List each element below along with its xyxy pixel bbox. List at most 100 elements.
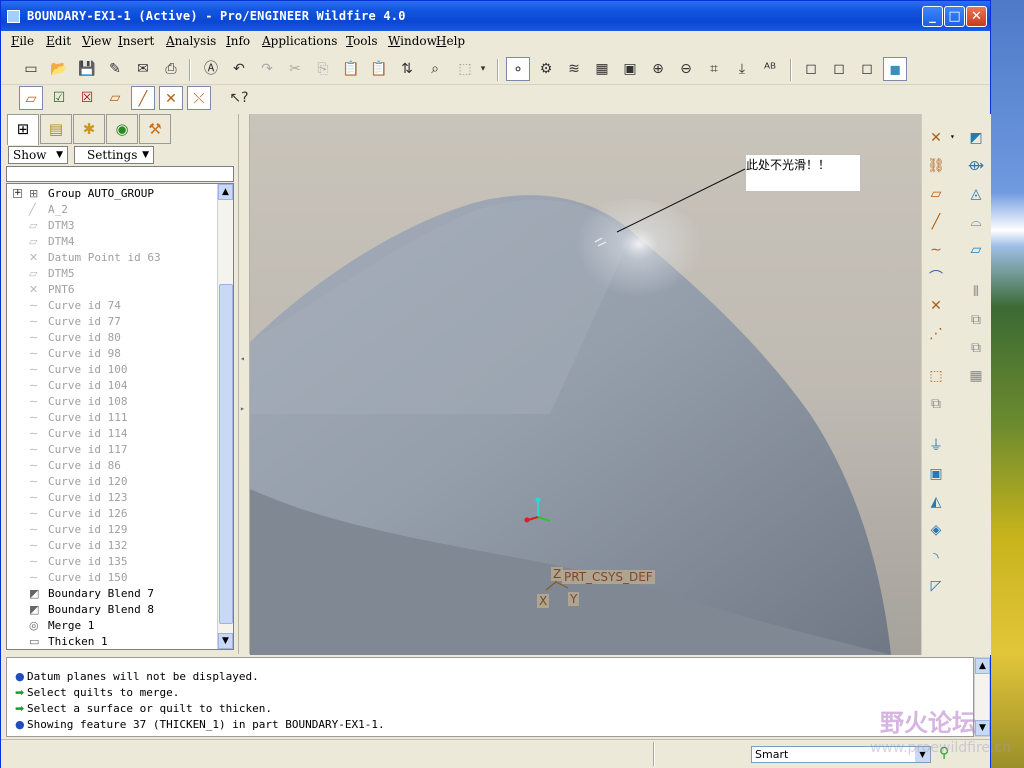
minimize-button[interactable]: _ bbox=[922, 6, 943, 27]
csys-name-label[interactable]: PRT_CSYS_DEF bbox=[562, 570, 655, 584]
navigator-splitter[interactable]: ◂ ▸ bbox=[238, 114, 250, 654]
axis-display-icon[interactable]: ╱ bbox=[131, 86, 155, 110]
tree-item[interactable]: ∼ Curve id 111 bbox=[7, 410, 217, 426]
menu-tools[interactable]: Tools bbox=[346, 34, 378, 48]
save-icon[interactable]: 💾 bbox=[75, 57, 99, 81]
scroll-down-icon[interactable]: ▼ bbox=[218, 633, 233, 649]
annotation-icon[interactable]: Ⓐ bbox=[199, 57, 223, 81]
tree-item[interactable]: ▱ DTM4 bbox=[7, 234, 217, 250]
menu-help[interactable]: Help bbox=[436, 34, 465, 48]
menu-window[interactable]: Window bbox=[388, 34, 437, 48]
folder-browser-tab[interactable]: ▤ bbox=[40, 114, 72, 144]
tree-item[interactable]: ◩ Boundary Blend 7 bbox=[7, 586, 217, 602]
tree-item[interactable]: ∼ Curve id 100 bbox=[7, 362, 217, 378]
reorient-icon[interactable]: ⤓ bbox=[730, 57, 754, 81]
tree-item[interactable]: ▱ DTM3 bbox=[7, 218, 217, 234]
scroll-thumb[interactable] bbox=[219, 284, 233, 624]
mirror-tool-icon[interactable]: ⫴ bbox=[964, 280, 988, 304]
point-display-icon[interactable]: ✕ bbox=[159, 86, 183, 110]
zoom-in-icon[interactable]: ⊕ bbox=[646, 57, 670, 81]
annotation-note[interactable]: 此处不光滑！！ bbox=[745, 154, 861, 192]
email-icon[interactable]: ✉ bbox=[131, 57, 155, 81]
selection-dropdown-icon[interactable]: ▾ bbox=[477, 57, 489, 81]
saved-views-icon[interactable]: ᴬᴮ bbox=[758, 57, 782, 81]
variable-section-sweep-icon[interactable]: ⟴ bbox=[964, 154, 988, 178]
print-icon[interactable]: ⎙ bbox=[159, 57, 183, 81]
tree-item[interactable]: ∼ Curve id 77 bbox=[7, 314, 217, 330]
tree-item[interactable]: ∼ Curve id 114 bbox=[7, 426, 217, 442]
datum-curve-tool-icon[interactable]: ∼ bbox=[924, 238, 948, 262]
datum-plane-tool-icon[interactable]: ▱ bbox=[924, 182, 948, 206]
tree-item[interactable]: ◎ Merge 1 bbox=[7, 618, 217, 634]
show-dropdown[interactable]: Show ▼ bbox=[8, 146, 68, 164]
sketch-tool-icon[interactable]: ⌒ bbox=[924, 266, 948, 290]
datum-plane-display-icon[interactable]: ▱ bbox=[103, 86, 127, 110]
scroll-up-icon[interactable]: ▲ bbox=[975, 658, 990, 674]
view-manager-icon[interactable]: ▦ bbox=[590, 57, 614, 81]
tree-item[interactable]: ∼ Curve id 120 bbox=[7, 474, 217, 490]
new-file-icon[interactable]: ▭ bbox=[19, 57, 43, 81]
paste-special-icon[interactable]: 📋 bbox=[367, 57, 391, 81]
tree-item[interactable]: ∼ Curve id 129 bbox=[7, 522, 217, 538]
model-tree-tab[interactable]: ⊞ bbox=[7, 114, 39, 145]
menu-info[interactable]: Info bbox=[226, 34, 250, 48]
tree-item[interactable]: ∼ Curve id 135 bbox=[7, 554, 217, 570]
datum-point-tool-icon[interactable]: ✕ bbox=[924, 126, 948, 150]
datum-csys-tool-icon[interactable]: ⛓ bbox=[924, 154, 948, 178]
redo-icon[interactable]: ↷ bbox=[255, 57, 279, 81]
selection-box-icon[interactable]: ⬚ bbox=[453, 57, 477, 81]
trim-tool-icon[interactable]: ⧉ bbox=[964, 336, 988, 360]
open-file-icon[interactable]: 📂 bbox=[47, 57, 71, 81]
round-tool-icon[interactable]: ◝ bbox=[924, 546, 948, 570]
sweep-tool-icon[interactable]: ◭ bbox=[924, 490, 948, 514]
chevron-down-icon[interactable]: ▾ bbox=[950, 132, 955, 141]
spin-center-icon[interactable]: ⚬ bbox=[506, 57, 530, 81]
tree-item[interactable]: ╱ A_2 bbox=[7, 202, 217, 218]
tree-item[interactable]: ∼ Curve id 132 bbox=[7, 538, 217, 554]
refit-icon[interactable]: ▣ bbox=[618, 57, 642, 81]
chamfer-tool-icon[interactable]: ◸ bbox=[924, 574, 948, 598]
tree-scrollbar[interactable]: ▲ ▼ bbox=[217, 184, 233, 649]
title-bar[interactable]: BOUNDARY-EX1-1 (Active) - Pro/ENGINEER W… bbox=[1, 1, 990, 31]
tree-item[interactable]: ∼ Curve id 74 bbox=[7, 298, 217, 314]
tree-item[interactable]: + ⊞ Group AUTO_GROUP bbox=[7, 186, 217, 202]
tree-item[interactable]: ∼ Curve id 126 bbox=[7, 506, 217, 522]
orient-mode-icon[interactable]: ⚙ bbox=[534, 57, 558, 81]
scroll-up-icon[interactable]: ▲ bbox=[218, 184, 233, 200]
model-tree-check-icon[interactable]: ☑ bbox=[47, 86, 71, 110]
plane-display-icon[interactable]: ▱ bbox=[19, 86, 43, 110]
regenerate-icon[interactable]: ⇅ bbox=[395, 57, 419, 81]
settings-dropdown[interactable]: Settings ▼ bbox=[74, 146, 154, 164]
freestyle-tool-icon[interactable]: ⌓ bbox=[964, 210, 988, 234]
menu-view[interactable]: View bbox=[82, 34, 112, 48]
no-hidden-icon[interactable]: ◻ bbox=[855, 57, 879, 81]
menu-edit[interactable]: Edit bbox=[46, 34, 71, 48]
tree-item[interactable]: ◩ Boundary Blend 8 bbox=[7, 602, 217, 618]
merge-tool-icon[interactable]: ⧉ bbox=[964, 308, 988, 332]
close-window-icon[interactable]: ☒ bbox=[75, 86, 99, 110]
layers-icon[interactable]: ≋ bbox=[562, 57, 586, 81]
point-sketch-icon[interactable]: ✕ bbox=[924, 294, 948, 318]
undo-icon[interactable]: ↶ bbox=[227, 57, 251, 81]
tree-item[interactable]: ∼ Curve id 123 bbox=[7, 490, 217, 506]
tree-item[interactable]: ▱ DTM5 bbox=[7, 266, 217, 282]
expand-right-icon[interactable]: ▸ bbox=[240, 404, 245, 413]
tree-item[interactable]: ∼ Curve id 98 bbox=[7, 346, 217, 362]
extrude-tool-icon[interactable]: ⏚ bbox=[924, 434, 948, 458]
collapse-left-icon[interactable]: ◂ bbox=[240, 354, 245, 363]
zoom-out-icon[interactable]: ⊖ bbox=[674, 57, 698, 81]
menu-analysis[interactable]: Analysis bbox=[166, 34, 216, 48]
whats-this-icon[interactable]: ↖? bbox=[227, 86, 251, 110]
graphics-viewport[interactable]: 此处不光滑！！ Z PRT_CSYS_DEF X Y bbox=[250, 114, 921, 655]
paste-icon[interactable]: 📋 bbox=[339, 57, 363, 81]
datum-axis-tool-icon[interactable]: ╱ bbox=[924, 210, 948, 234]
csys-display-icon[interactable]: ⤬ bbox=[187, 86, 211, 110]
menu-applications[interactable]: Applications bbox=[262, 34, 337, 48]
wireframe-icon[interactable]: ◻ bbox=[799, 57, 823, 81]
tree-item[interactable]: ∼ Curve id 117 bbox=[7, 442, 217, 458]
rename-icon[interactable]: ✎ bbox=[103, 57, 127, 81]
style-tool-icon[interactable]: ◬ bbox=[964, 182, 988, 206]
expand-icon[interactable]: + bbox=[13, 189, 22, 198]
menu-insert[interactable]: Insert bbox=[118, 34, 154, 48]
tree-item[interactable]: ∼ Curve id 104 bbox=[7, 378, 217, 394]
